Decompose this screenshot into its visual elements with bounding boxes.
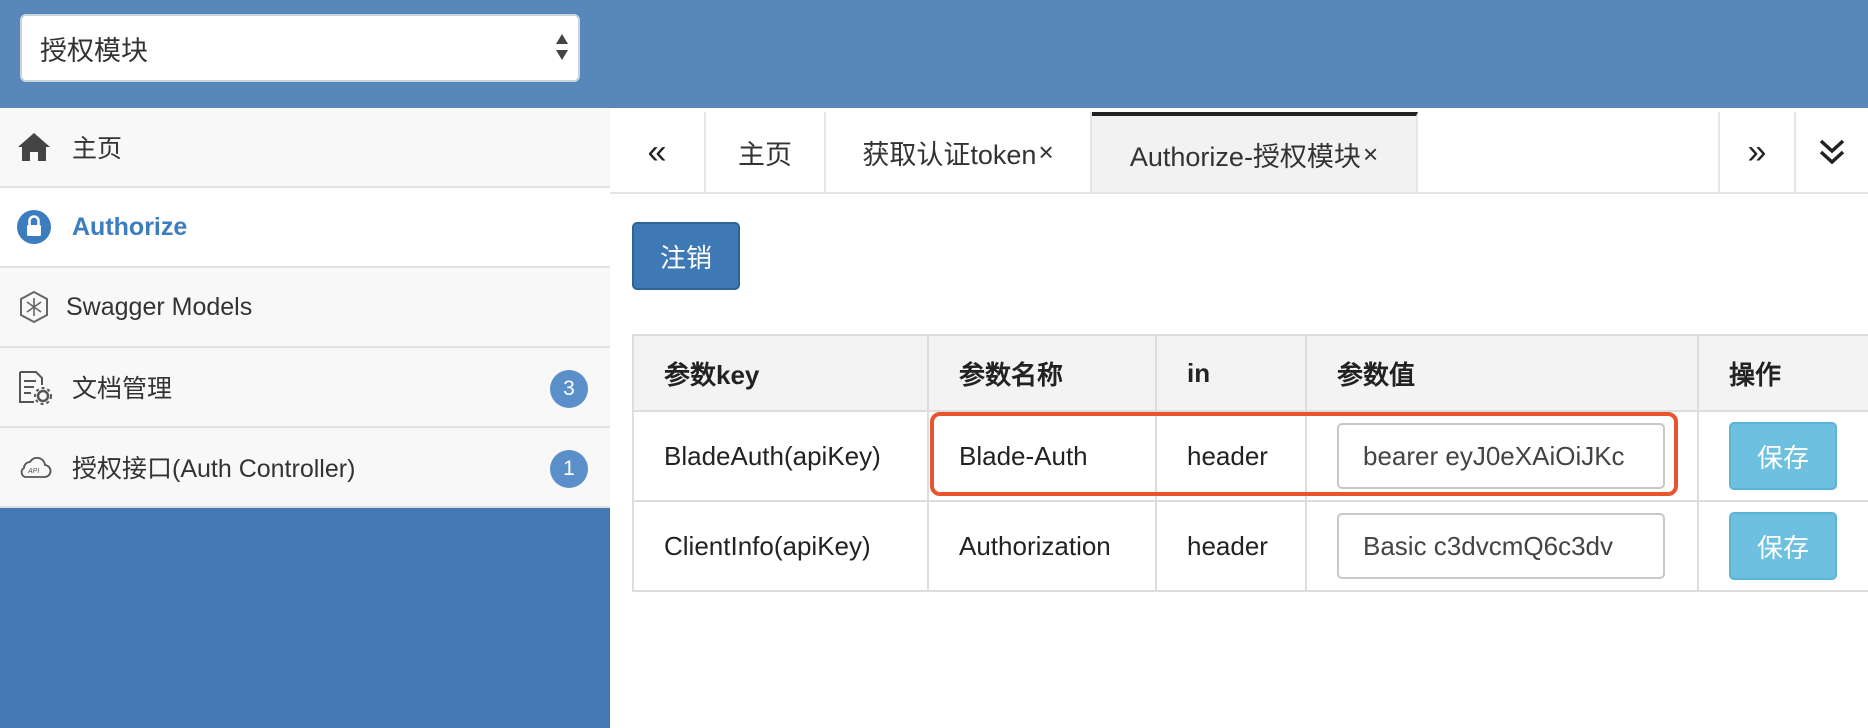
close-icon[interactable]: × <box>1363 139 1378 170</box>
double-chevron-right-icon: » <box>1747 132 1767 171</box>
param-in-cell: header <box>1155 410 1307 502</box>
sidebar-item-label: Swagger Models <box>66 292 253 321</box>
sidebar-item-label: 授权接口(Auth Controller) <box>72 455 356 483</box>
svg-text:API: API <box>27 468 39 475</box>
param-value-input[interactable] <box>1337 423 1665 489</box>
module-select[interactable]: 授权模块 <box>20 14 580 82</box>
home-icon <box>16 129 52 165</box>
column-header: 参数名称 <box>927 334 1157 412</box>
tab-bar: « 主页 获取认证token × Authorize-授权模块 × » <box>610 108 1868 194</box>
count-badge: 1 <box>550 450 588 488</box>
tab-label: Authorize-授权模块 <box>1129 141 1361 172</box>
param-key-cell: ClientInfo(apiKey) <box>632 500 929 592</box>
save-button[interactable]: 保存 <box>1729 512 1837 580</box>
tab-label: 主页 <box>738 139 792 170</box>
sidebar-item-label: 文档管理 <box>72 375 173 403</box>
top-bar: 授权模块 <box>0 0 1868 108</box>
select-arrows-icon <box>556 34 568 64</box>
sidebar-item-authorize[interactable]: Authorize <box>0 188 610 268</box>
column-header: 参数key <box>632 334 929 412</box>
param-name-cell: Blade-Auth <box>927 410 1157 502</box>
close-icon[interactable]: × <box>1038 137 1053 168</box>
column-header: in <box>1155 334 1307 412</box>
api-cloud-icon: API <box>16 449 52 485</box>
auth-params-table: 参数key 参数名称 in 参数值 操作 BladeAuth(apiKey) B… <box>632 334 1868 592</box>
double-chevron-down-icon <box>1819 139 1845 165</box>
double-chevron-left-icon: « <box>647 132 667 171</box>
param-name-cell: Authorization <box>927 500 1157 592</box>
tab-scroll-right-button[interactable]: » <box>1718 112 1796 192</box>
action-cell: 保存 <box>1697 410 1868 502</box>
param-value-cell <box>1305 410 1699 502</box>
count-badge: 3 <box>550 370 588 408</box>
column-header: 参数值 <box>1305 334 1699 412</box>
param-key-cell: BladeAuth(apiKey) <box>632 410 929 502</box>
sidebar-item-auth-controller[interactable]: API 授权接口(Auth Controller) 1 <box>0 428 610 508</box>
sidebar-item-swagger-models[interactable]: Swagger Models <box>0 268 610 348</box>
save-button[interactable]: 保存 <box>1729 422 1837 490</box>
swagger-models-icon <box>16 289 52 325</box>
lock-icon <box>16 209 52 245</box>
sidebar-item-home[interactable]: 主页 <box>0 108 610 188</box>
module-select-value: 授权模块 <box>40 35 148 66</box>
doc-settings-icon <box>16 369 52 405</box>
param-in-cell: header <box>1155 500 1307 592</box>
sidebar-item-doc-management[interactable]: 文档管理 3 <box>0 348 610 428</box>
action-cell: 保存 <box>1697 500 1868 592</box>
param-value-cell <box>1305 500 1699 592</box>
tab-scroll-left-button[interactable]: « <box>610 112 706 192</box>
column-header: 操作 <box>1697 334 1868 412</box>
tab-home[interactable]: 主页 <box>706 112 826 192</box>
table-row: ClientInfo(apiKey) Authorization header … <box>632 500 1868 592</box>
sidebar: 主页 Authorize Swagger Models 文档管理 3 API 授… <box>0 108 610 728</box>
table-header-row: 参数key 参数名称 in 参数值 操作 <box>632 334 1868 412</box>
tab-label: 获取认证token <box>862 139 1037 170</box>
sidebar-item-label: 主页 <box>72 135 123 163</box>
table-row: BladeAuth(apiKey) Blade-Auth header 保存 <box>632 410 1868 502</box>
tab-authorize[interactable]: Authorize-授权模块 × <box>1092 112 1418 192</box>
sidebar-item-label: Authorize <box>72 212 188 241</box>
sidebar-menu: 主页 Authorize Swagger Models 文档管理 3 API 授… <box>0 108 610 508</box>
logout-label: 注销 <box>659 242 712 273</box>
tab-get-token[interactable]: 获取认证token × <box>826 112 1092 192</box>
tab-options-button[interactable] <box>1796 112 1868 192</box>
logout-button[interactable]: 注销 <box>632 222 740 290</box>
param-value-input[interactable] <box>1337 513 1665 579</box>
